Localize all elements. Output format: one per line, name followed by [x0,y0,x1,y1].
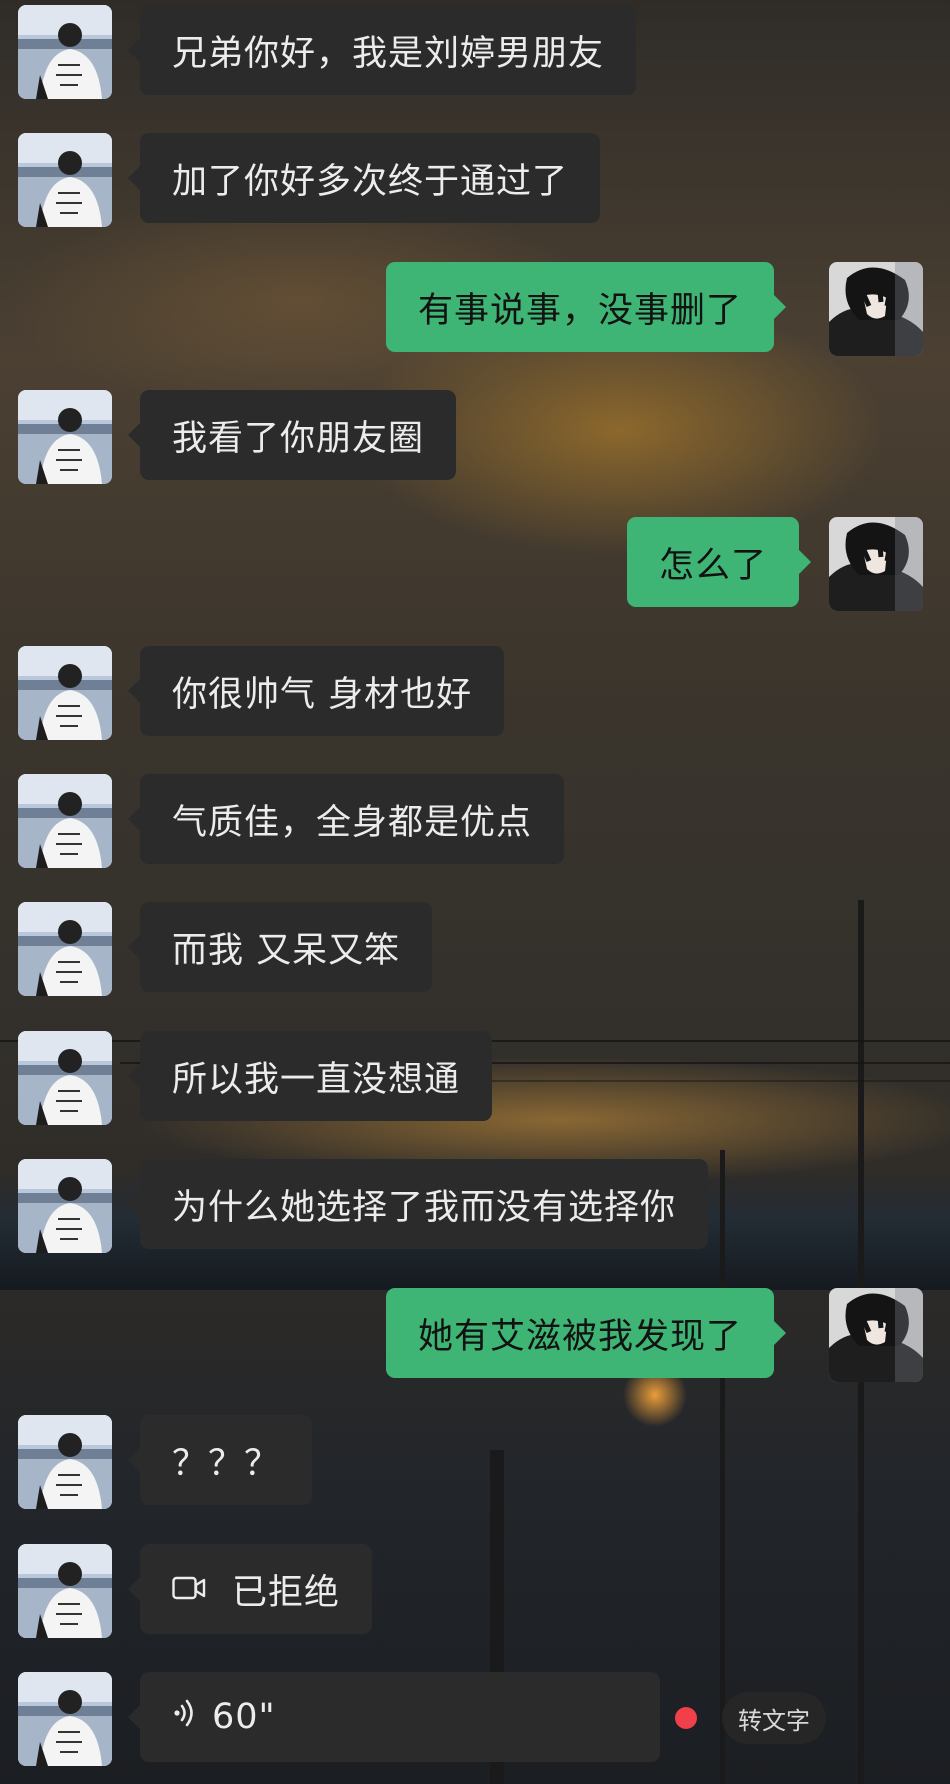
contact-avatar[interactable] [18,774,112,868]
voice-wave-icon [172,1697,198,1737]
incoming-message-bubble[interactable]: 为什么她选择了我而没有选择你 [127,1159,709,1249]
my-avatar[interactable] [829,1288,923,1382]
message-text: ？？？ [172,1443,281,1484]
message-text: 你很帅气 身材也好 [172,674,473,715]
transcribe-button[interactable]: 转文字 [722,1692,826,1744]
contact-avatar[interactable] [18,1672,112,1766]
incoming-message-bubble[interactable]: 兄弟你好，我是刘婷男朋友 [127,5,637,95]
message-text: 为什么她选择了我而没有选择你 [172,1187,677,1228]
contact-avatar[interactable] [18,902,112,996]
contact-avatar[interactable] [18,390,112,484]
incoming-message-bubble[interactable]: ？？？ [127,1415,313,1505]
message-text: 而我 又呆又笨 [172,930,401,971]
incoming-message-bubble[interactable]: 我看了你朋友圈 [127,390,457,480]
message-text: 怎么了 [659,545,768,586]
incoming-message-bubble[interactable]: 加了你好多次终于通过了 [127,133,601,223]
message-text: 加了你好多次终于通过了 [172,161,569,202]
my-avatar[interactable] [829,262,923,356]
message-text: 兄弟你好，我是刘婷男朋友 [172,33,605,74]
contact-avatar[interactable] [18,646,112,740]
message-text: 气质佳，全身都是优点 [172,802,533,843]
contact-avatar[interactable] [18,133,112,227]
contact-avatar[interactable] [18,1544,112,1638]
outgoing-message-bubble[interactable]: 她有艾滋被我发现了 [386,1288,787,1378]
outgoing-message-bubble[interactable]: 有事说事，没事删了 [386,262,787,352]
message-text: 有事说事，没事删了 [418,290,743,331]
voice-duration: 60" [212,1697,276,1737]
contact-avatar[interactable] [18,1031,112,1125]
contact-avatar[interactable] [18,1415,112,1509]
message-text: 所以我一直没想通 [172,1059,461,1100]
video-camera-icon [172,1569,206,1609]
incoming-message-bubble[interactable]: 所以我一直没想通 [127,1031,493,1121]
incoming-message-bubble[interactable]: 气质佳，全身都是优点 [127,774,565,864]
my-avatar[interactable] [829,517,923,611]
video-call-bubble[interactable]: 已拒绝 [127,1544,373,1634]
contact-avatar[interactable] [18,5,112,99]
message-text: 她有艾滋被我发现了 [418,1316,743,1357]
incoming-message-bubble[interactable]: 而我 又呆又笨 [127,902,433,992]
incoming-message-bubble[interactable]: 你很帅气 身材也好 [127,646,505,736]
message-text: 已拒绝 [232,1572,341,1613]
outgoing-message-bubble[interactable]: 怎么了 [627,517,812,607]
message-text: 我看了你朋友圈 [172,418,425,459]
voice-message-bubble[interactable]: 60" [128,1672,660,1762]
contact-avatar[interactable] [18,1159,112,1253]
unread-dot [675,1707,697,1729]
